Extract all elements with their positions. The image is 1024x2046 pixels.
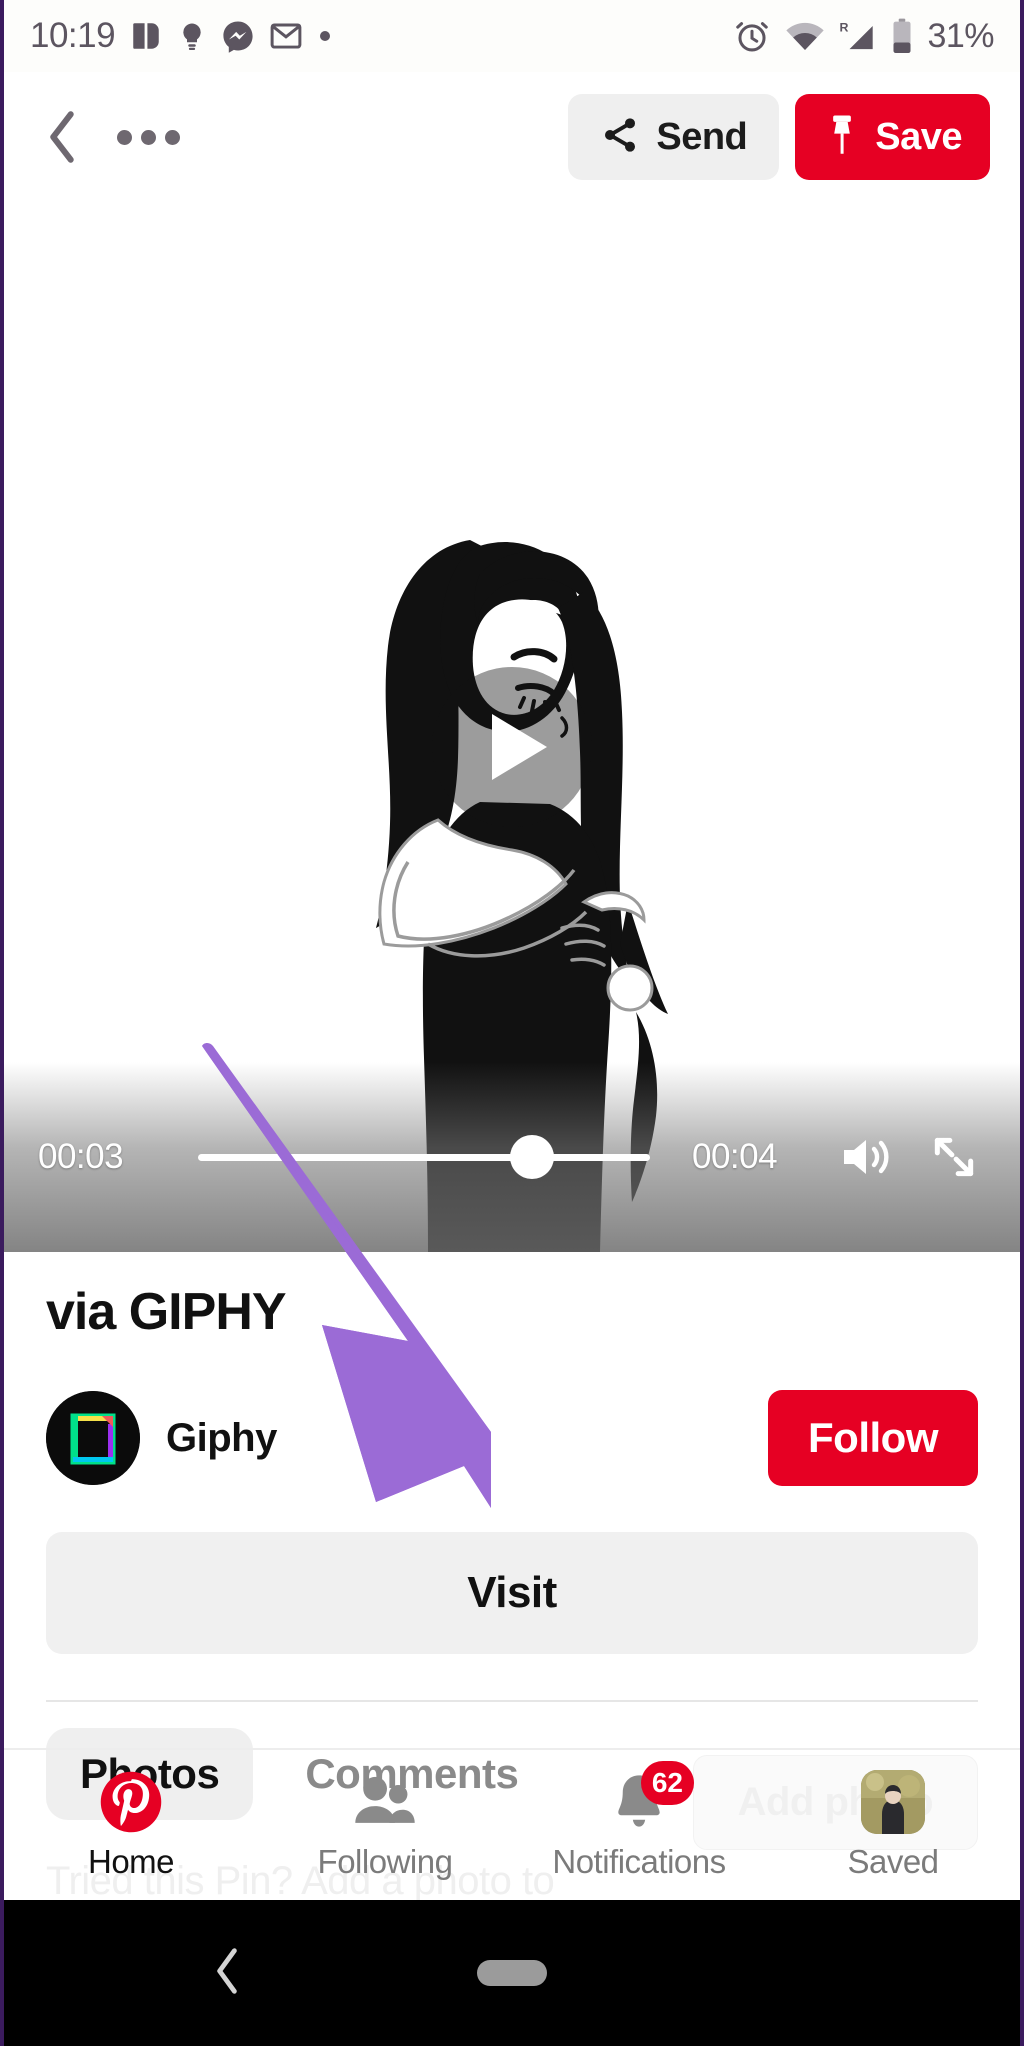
creator-name[interactable]: Giphy: [166, 1416, 277, 1461]
video-controls: 00:03 00:04: [4, 1062, 1020, 1252]
avatar: [861, 1770, 925, 1834]
notification-badge-count: 62: [651, 1767, 683, 1798]
profile-avatar: [860, 1769, 926, 1835]
status-clock: 10:19: [30, 16, 116, 55]
giphy-logo[interactable]: [46, 1391, 140, 1485]
back-button[interactable]: [34, 109, 90, 165]
more-horizontal-icon[interactable]: [112, 109, 184, 165]
svg-text:R: R: [840, 20, 849, 34]
status-bar: 10:19 R 31%: [4, 0, 1020, 72]
wifi-icon: [785, 20, 825, 52]
battery-icon: [891, 18, 913, 54]
nav-item-home[interactable]: Home: [4, 1769, 258, 1881]
bottom-navigation: Home Following 62 Notifications Saved: [4, 1750, 1020, 1900]
phone-screen: 10:19 R 31% Send Save 00:03 00:04 via GI…: [0, 0, 1024, 2046]
battery-percent-label: 31%: [927, 16, 994, 55]
pin-icon: [823, 112, 861, 163]
pocket-icon: [129, 19, 163, 53]
send-button-label: Send: [656, 115, 748, 158]
nav-item-saved[interactable]: Saved: [766, 1769, 1020, 1881]
status-bar-left: 10:19: [30, 16, 333, 56]
follow-button[interactable]: Follow: [768, 1390, 978, 1486]
android-navigation-bar: [4, 1900, 1020, 2046]
people-icon: [352, 1769, 418, 1835]
overflow-dot: [164, 129, 180, 145]
alarm-icon: [733, 17, 771, 55]
pin-video-player[interactable]: 00:03 00:04: [4, 202, 1020, 1252]
lightbulb-icon: [177, 19, 207, 53]
dot-icon: [317, 28, 333, 44]
follow-button-label: Follow: [808, 1414, 938, 1461]
nav-back-icon[interactable]: [212, 1947, 242, 2000]
save-button-label: Save: [875, 115, 962, 158]
nav-label-notifications: Notifications: [552, 1843, 726, 1880]
action-bar-right: Send Save: [568, 94, 990, 180]
duration-label: 00:04: [692, 1137, 778, 1176]
overflow-dot: [140, 129, 156, 145]
nav-label-following: Following: [317, 1843, 453, 1880]
creator-row: Giphy Follow: [46, 1386, 978, 1490]
nav-item-following[interactable]: Following: [258, 1769, 512, 1881]
nav-item-notifications[interactable]: 62 Notifications: [512, 1761, 766, 1881]
nav-label-saved: Saved: [847, 1843, 939, 1880]
play-icon: [491, 714, 547, 780]
progress-thumb[interactable]: [510, 1135, 555, 1179]
gmail-icon: [269, 19, 303, 53]
bell-icon: 62: [606, 1761, 694, 1835]
current-time-label: 00:03: [38, 1137, 124, 1176]
status-bar-right: R 31%: [733, 17, 994, 56]
section-divider: [46, 1700, 978, 1702]
visit-button-label: Visit: [467, 1568, 557, 1617]
share-icon: [600, 115, 640, 160]
messenger-icon: [221, 19, 255, 53]
nav-label-home: Home: [87, 1843, 175, 1880]
pin-action-bar: Send Save: [4, 72, 1020, 202]
pinterest-icon: [98, 1769, 164, 1835]
volume-on-icon[interactable]: [834, 1125, 898, 1189]
pin-title: via GIPHY: [46, 1283, 287, 1341]
roaming-signal-icon: R: [839, 19, 877, 53]
notification-badge: 62: [640, 1761, 694, 1805]
save-button[interactable]: Save: [795, 94, 990, 180]
progress-track: [198, 1153, 650, 1161]
expand-icon[interactable]: [922, 1125, 986, 1189]
video-progress-slider[interactable]: [198, 1135, 650, 1179]
nav-home-pill[interactable]: [477, 1960, 547, 1986]
send-button[interactable]: Send: [568, 94, 780, 180]
overflow-dot: [116, 129, 132, 145]
play-button[interactable]: [432, 667, 592, 827]
visit-button[interactable]: Visit: [46, 1532, 978, 1654]
